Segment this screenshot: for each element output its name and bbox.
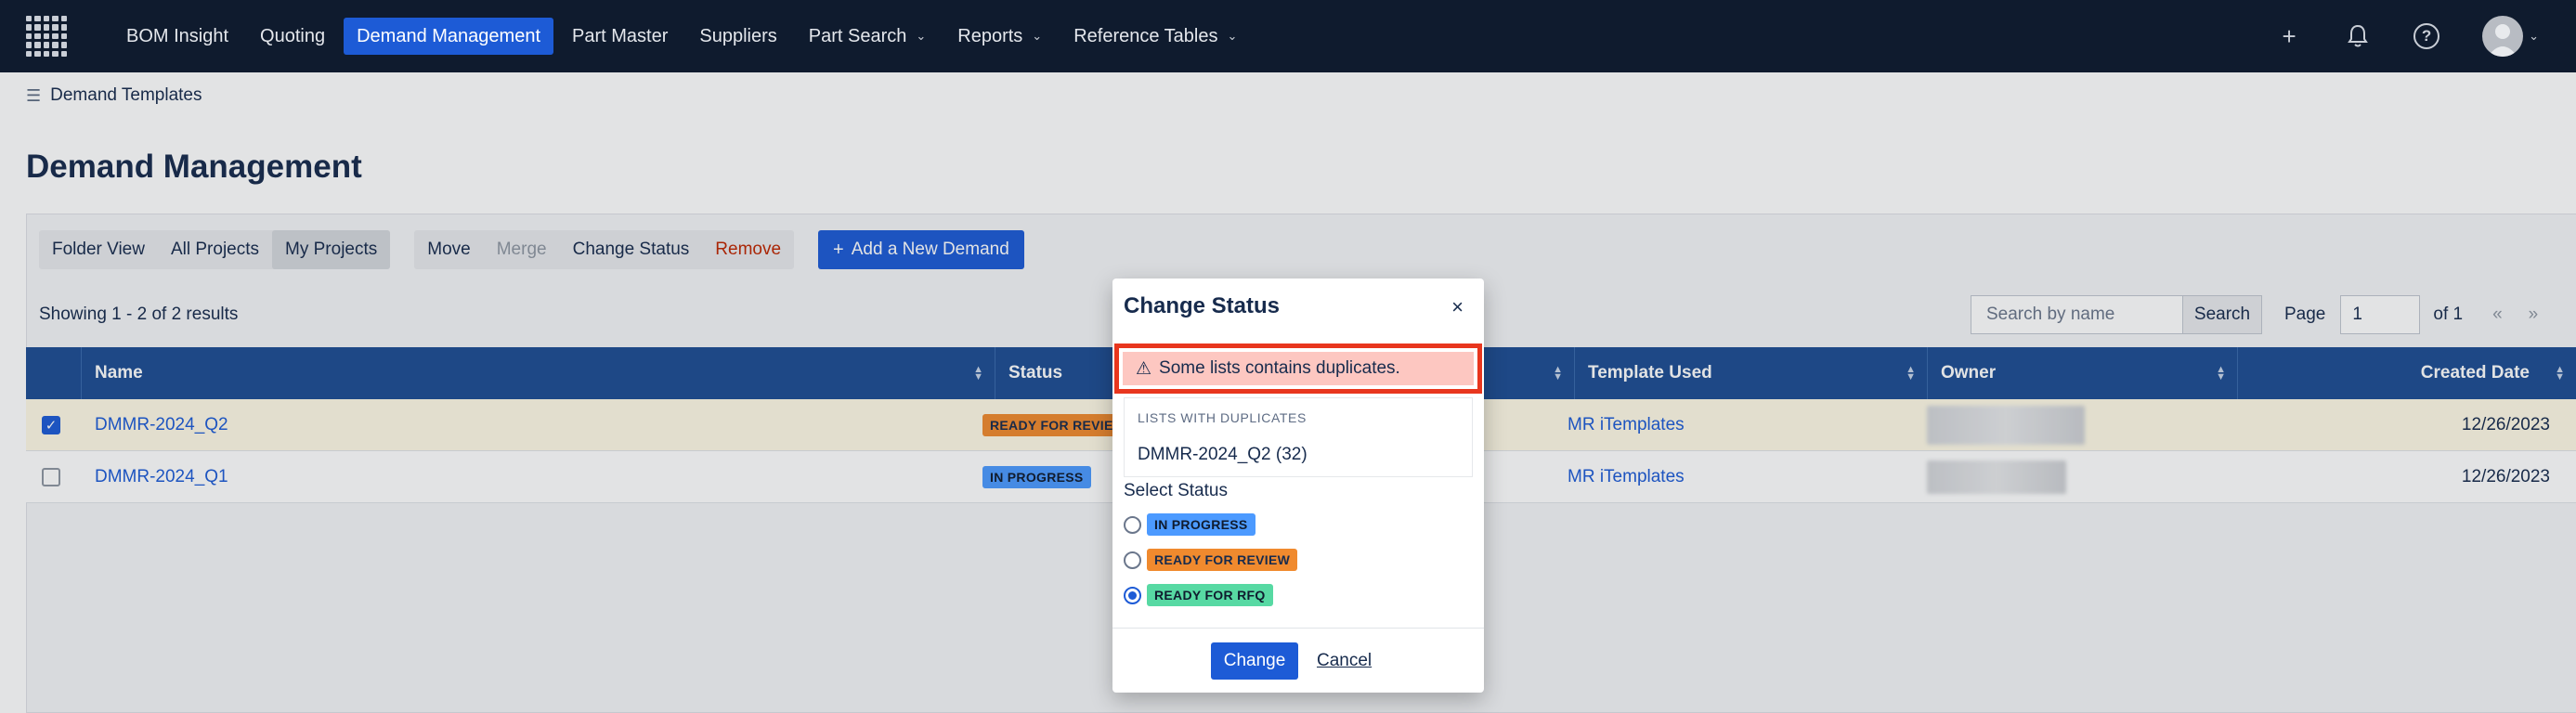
status-badge: READY FOR RFQ	[1147, 584, 1273, 606]
nav-suppliers[interactable]: Suppliers	[686, 18, 789, 55]
nav-demand-management[interactable]: Demand Management	[344, 18, 553, 55]
nav-label: Suppliers	[699, 25, 777, 46]
nav-bom-insight[interactable]: BOM Insight	[113, 18, 241, 55]
app-grid-logo-icon[interactable]	[26, 16, 67, 57]
modal-divider	[1112, 628, 1484, 629]
avatar[interactable]	[2482, 16, 2524, 57]
bell-icon[interactable]	[2345, 23, 2371, 49]
nav-label: Reference Tables	[1073, 25, 1218, 46]
nav-reports[interactable]: Reports ⌄	[944, 18, 1055, 55]
nav-reference-tables[interactable]: Reference Tables ⌄	[1060, 18, 1250, 55]
status-radio[interactable]	[1124, 515, 1141, 534]
user-menu[interactable]: ⌄	[2482, 16, 2539, 57]
status-radio[interactable]	[1124, 586, 1141, 604]
nav-label: Part Search	[808, 25, 907, 46]
cancel-button[interactable]: Cancel	[1317, 642, 1372, 680]
chevron-down-icon: ⌄	[2529, 29, 2539, 43]
nav-label: BOM Insight	[126, 25, 229, 46]
status-radio[interactable]	[1124, 551, 1141, 569]
change-button[interactable]: Change	[1211, 642, 1298, 680]
nav-label: Demand Management	[357, 25, 540, 46]
highlight-frame	[1114, 344, 1482, 394]
duplicates-list-label: LISTS WITH DUPLICATES	[1138, 410, 1307, 425]
modal-title: Change Status	[1124, 293, 1281, 318]
select-status-label: Select Status	[1124, 481, 1228, 500]
status-option-ready-for-rfq[interactable]: READY FOR RFQ	[1124, 584, 1273, 606]
nav-part-master[interactable]: Part Master	[559, 18, 681, 55]
duplicates-list: LISTS WITH DUPLICATES DMMR-2024_Q2 (32)	[1124, 397, 1473, 477]
nav-label: Part Master	[572, 25, 669, 46]
status-option-ready-for-review[interactable]: READY FOR REVIEW	[1124, 549, 1298, 571]
change-status-modal: Change Status × ⚠ Some lists contains du…	[1112, 279, 1484, 693]
help-icon[interactable]: ?	[2413, 23, 2440, 49]
nav-quoting[interactable]: Quoting	[247, 18, 338, 55]
top-nav: BOM Insight Quoting Demand Management Pa…	[0, 0, 2576, 72]
status-option-in-progress[interactable]: IN PROGRESS	[1124, 513, 1255, 536]
plus-icon[interactable]: +	[2276, 22, 2302, 50]
nav-label: Reports	[957, 25, 1023, 46]
nav-label: Quoting	[260, 25, 326, 46]
status-badge: READY FOR REVIEW	[1147, 549, 1298, 571]
chevron-down-icon: ⌄	[1032, 29, 1043, 43]
duplicates-list-item: DMMR-2024_Q2 (32)	[1138, 445, 1308, 464]
nav-part-search[interactable]: Part Search ⌄	[796, 18, 940, 55]
status-badge: IN PROGRESS	[1147, 513, 1255, 536]
chevron-down-icon: ⌄	[916, 29, 927, 43]
chevron-down-icon: ⌄	[1227, 29, 1238, 43]
close-icon[interactable]: ×	[1451, 295, 1464, 319]
